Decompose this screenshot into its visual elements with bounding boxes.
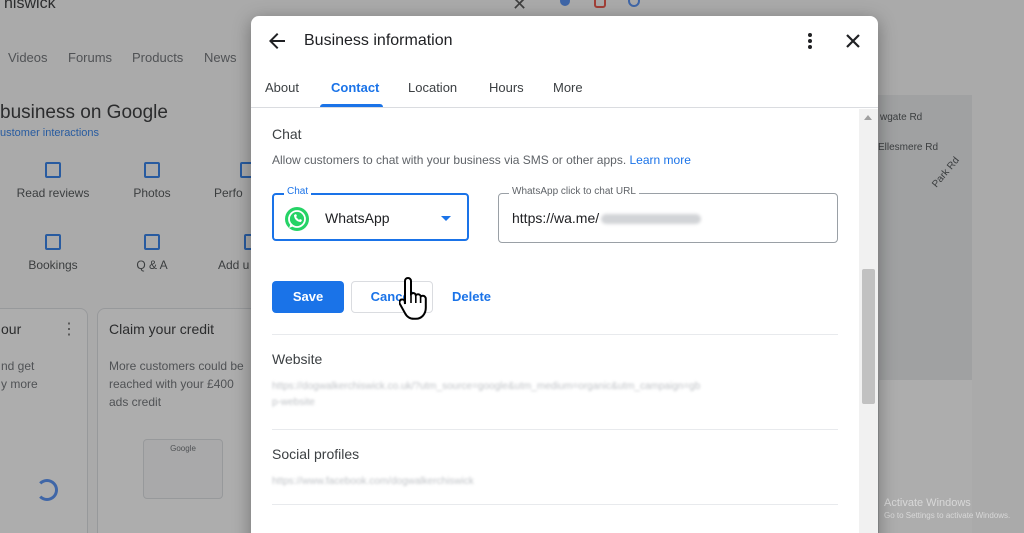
scroll-up-arrow-icon[interactable] [864, 115, 872, 120]
dropdown-arrow-icon [441, 216, 451, 221]
chat-section-title: Chat [272, 126, 302, 142]
website-url-value[interactable]: https://dogwalkerchiswick.co.uk/?utm_sou… [272, 379, 832, 411]
hand-pointer-cursor-icon [399, 276, 427, 320]
chat-description: Allow customers to chat with your busine… [272, 153, 691, 167]
delete-button[interactable]: Delete [452, 289, 491, 304]
back-button[interactable] [265, 29, 289, 53]
chat-description-text: Allow customers to chat with your busine… [272, 153, 627, 167]
more-options-button[interactable] [801, 30, 819, 52]
tab-location[interactable]: Location [408, 80, 457, 95]
section-divider [272, 504, 838, 505]
url-field-label: WhatsApp click to chat URL [509, 186, 639, 197]
more-vert-icon [808, 33, 812, 49]
chat-select-label: Chat [284, 186, 312, 197]
save-button[interactable]: Save [272, 281, 344, 313]
learn-more-link[interactable]: Learn more [630, 153, 691, 167]
next-section-title-partial: ▂▂▂ ▂▂▂ [272, 527, 341, 533]
dialog-header: Business information About Contact Locat… [251, 16, 878, 108]
business-information-dialog: Business information About Contact Locat… [251, 16, 878, 533]
social-profiles-section-title: Social profiles [272, 446, 360, 462]
whatsapp-url-field[interactable]: WhatsApp click to chat URL https://wa.me… [498, 186, 838, 243]
dialog-scrollbar[interactable] [859, 109, 878, 533]
chat-select-value: WhatsApp [325, 210, 390, 226]
blurred-phone-number [601, 214, 702, 225]
url-field-value-wrap: https://wa.me/ [512, 210, 702, 226]
social-profile-value[interactable]: https://www.facebook.com/dogwalkerchiswi… [272, 474, 832, 490]
windows-activation-watermark: Activate Windows Go to Settings to activ… [884, 497, 1011, 520]
url-field-value: https://wa.me/ [512, 210, 600, 226]
website-section-title: Website [272, 351, 323, 367]
scroll-thumb[interactable] [862, 269, 875, 404]
close-button[interactable] [841, 29, 865, 53]
section-divider [272, 429, 838, 430]
close-icon [846, 34, 860, 48]
active-tab-indicator [320, 104, 383, 107]
tab-more[interactable]: More [553, 80, 583, 95]
tab-about[interactable]: About [265, 80, 299, 95]
chat-app-select[interactable]: Chat WhatsApp [272, 186, 469, 241]
section-divider [272, 334, 838, 335]
tab-hours[interactable]: Hours [489, 80, 524, 95]
tab-contact[interactable]: Contact [331, 80, 379, 95]
whatsapp-icon [285, 207, 309, 231]
dialog-title: Business information [304, 32, 453, 49]
dialog-body: Chat Allow customers to chat with your b… [251, 109, 878, 533]
arrow-back-icon [269, 33, 285, 49]
